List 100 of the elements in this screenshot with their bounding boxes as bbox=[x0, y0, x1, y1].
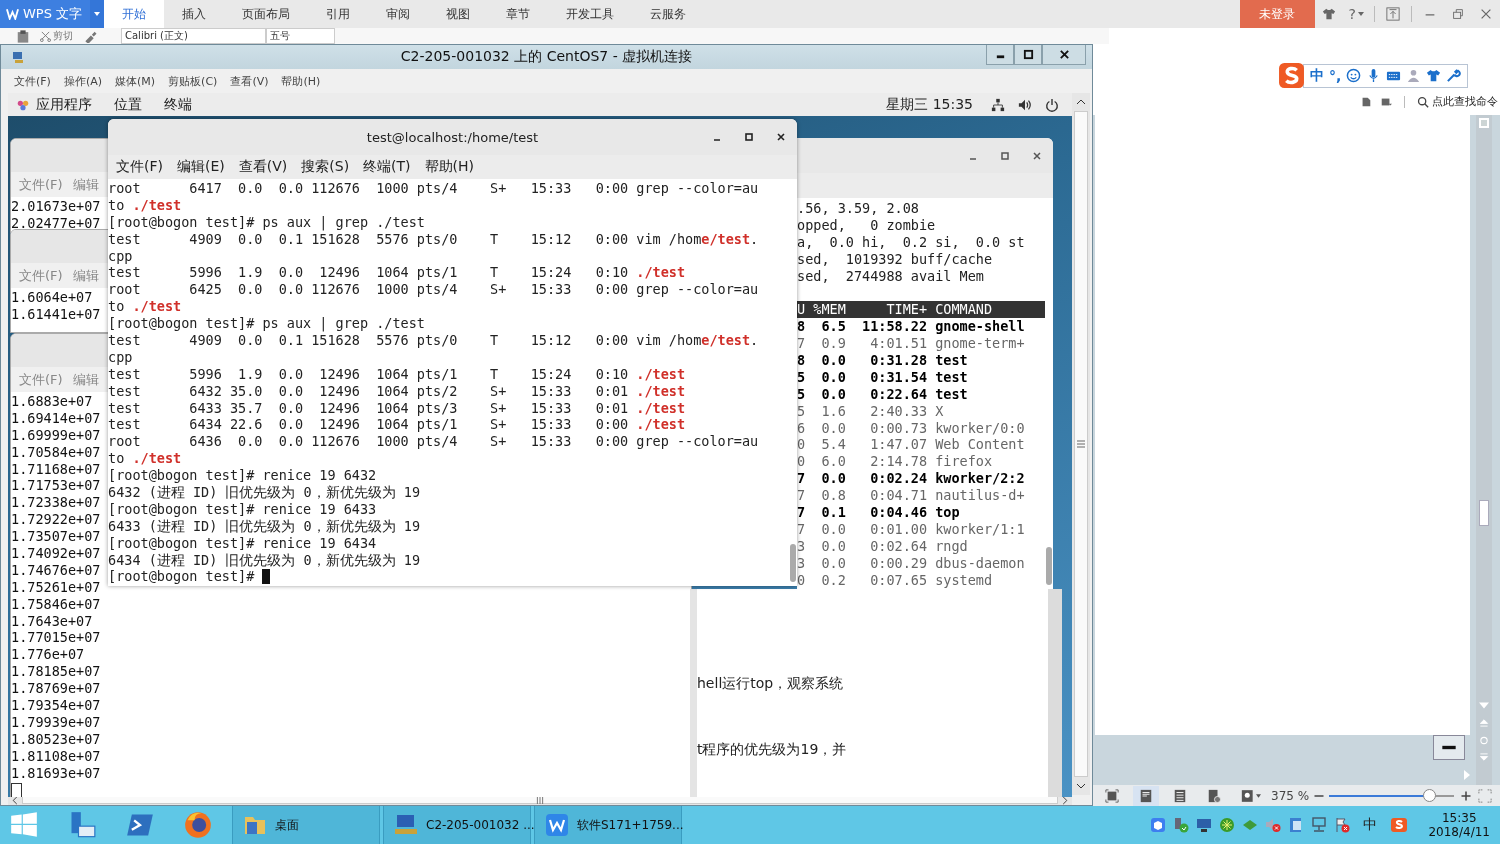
scroll-thumb[interactable] bbox=[790, 544, 796, 582]
fullscreen-icon[interactable] bbox=[1105, 788, 1119, 803]
ribbon-tab[interactable]: 开始 bbox=[104, 0, 164, 28]
ime-logo-icon[interactable] bbox=[1391, 817, 1408, 833]
taskbar-button[interactable]: 桌面 bbox=[232, 806, 380, 844]
network-icon[interactable] bbox=[991, 97, 1005, 112]
process-row-text: 0 0.2 0:07.65 systemd bbox=[797, 571, 994, 589]
ribbon-tab[interactable]: 视图 bbox=[428, 0, 488, 28]
menu-item[interactable]: 查看(V) bbox=[230, 73, 269, 89]
ribbon-tab[interactable]: 章节 bbox=[488, 0, 548, 28]
wps-app-button[interactable]: WPS 文字 bbox=[0, 0, 90, 28]
scroll-thumb[interactable] bbox=[1479, 500, 1489, 526]
maximize-button[interactable] bbox=[1014, 45, 1042, 65]
clock-date[interactable]: 2018/4/11 bbox=[1428, 825, 1490, 839]
menu-item[interactable]: 编辑(E) bbox=[177, 158, 225, 176]
usb-check-icon[interactable] bbox=[1173, 817, 1190, 833]
menu-item[interactable]: 终端(T) bbox=[363, 158, 411, 176]
ribbon-tab[interactable]: 开发工具 bbox=[548, 0, 632, 28]
star-icon[interactable] bbox=[1219, 817, 1236, 833]
document-icon[interactable] bbox=[1360, 95, 1372, 108]
monitor-icon[interactable] bbox=[1196, 817, 1213, 833]
format-brush-icon[interactable] bbox=[83, 29, 97, 43]
zoom-slider[interactable] bbox=[1329, 789, 1455, 802]
smiley-icon[interactable] bbox=[1346, 68, 1362, 83]
taskbar-button[interactable]: 软件S171+1759... bbox=[534, 806, 682, 844]
vertical-scrollbar[interactable] bbox=[1476, 115, 1492, 785]
windows-start-icon[interactable] bbox=[10, 811, 38, 839]
vertical-scrollbar[interactable] bbox=[1072, 93, 1090, 795]
close-icon[interactable] bbox=[1031, 149, 1043, 162]
speaker-muted-icon[interactable] bbox=[1265, 817, 1282, 833]
power-icon[interactable] bbox=[1045, 97, 1059, 112]
web-view-icon[interactable] bbox=[1207, 788, 1221, 803]
menu-item[interactable]: 搜索(S) bbox=[301, 158, 350, 176]
terminal-line: [root@bogon test]# renice 19 6433 bbox=[108, 500, 377, 518]
scissors-icon bbox=[40, 30, 51, 42]
shirt-icon[interactable] bbox=[1426, 68, 1442, 83]
ribbon-tab[interactable]: 引用 bbox=[308, 0, 368, 28]
menu-item[interactable]: 媒体(M) bbox=[115, 73, 156, 89]
ribbon-tab[interactable]: 云服务 bbox=[632, 0, 704, 28]
scroll-thumb[interactable] bbox=[22, 796, 1058, 804]
collapse-button[interactable] bbox=[1433, 735, 1465, 760]
scroll-thumb[interactable] bbox=[1046, 547, 1052, 585]
minimize-button[interactable] bbox=[986, 45, 1014, 65]
scroll-left-icon[interactable] bbox=[12, 795, 18, 805]
volume-icon[interactable] bbox=[1018, 97, 1032, 112]
app-menu-button[interactable] bbox=[90, 0, 104, 28]
ime-indicator[interactable]: 中 bbox=[1363, 816, 1378, 834]
shirt-icon[interactable] bbox=[1321, 7, 1336, 21]
cube-icon[interactable] bbox=[1150, 817, 1167, 833]
top-bar-menu[interactable]: 位置 bbox=[114, 95, 142, 114]
output-line: 1.79354e+07 bbox=[11, 697, 101, 714]
ruler-toggle-icon[interactable] bbox=[1479, 118, 1489, 128]
output-line: 1.78185e+07 bbox=[11, 663, 101, 681]
output-line: 1.81108e+07 bbox=[11, 747, 101, 765]
clock[interactable]: 星期三 15:35 bbox=[886, 95, 973, 114]
firefox-icon[interactable] bbox=[184, 811, 212, 839]
cut-button[interactable]: 剪切 bbox=[40, 29, 73, 43]
document-text: hell运行top，观察系统 bbox=[697, 675, 845, 693]
ribbon-tab[interactable]: 审阅 bbox=[368, 0, 428, 28]
close-icon[interactable] bbox=[775, 131, 787, 143]
vertical-scrollbar[interactable] bbox=[1048, 589, 1062, 797]
clock-time[interactable]: 15:35 bbox=[1441, 811, 1477, 825]
font-name-field[interactable]: Calibri (正文) bbox=[121, 28, 266, 44]
command-search-button[interactable]: 点此查找命令 bbox=[1417, 94, 1498, 109]
font-size-field[interactable]: 五号 bbox=[266, 28, 335, 44]
scroll-right-icon[interactable] bbox=[1062, 795, 1068, 805]
menu-item[interactable]: 文件(F) bbox=[116, 158, 163, 176]
reading-mode-icon[interactable] bbox=[1241, 788, 1261, 803]
restore-icon[interactable] bbox=[1451, 7, 1465, 21]
page-view-icon[interactable] bbox=[1139, 788, 1153, 803]
menu-item[interactable]: 帮助(H) bbox=[424, 158, 475, 176]
ime-mode[interactable]: 中 bbox=[1310, 66, 1324, 85]
process-row-text: 3 0.0 0:02.64 rngd bbox=[797, 537, 969, 555]
top-bar-menu[interactable]: 应用程序 bbox=[36, 95, 92, 114]
ime-logo-icon[interactable] bbox=[1278, 62, 1305, 89]
menu-item[interactable]: 查看(V) bbox=[238, 158, 288, 176]
close-button[interactable] bbox=[1042, 45, 1086, 65]
top-summary-line: .56, 3.59, 2.08 bbox=[797, 200, 920, 217]
maximize-icon[interactable] bbox=[743, 131, 755, 143]
user-icon[interactable] bbox=[1406, 68, 1422, 83]
ribbon-tab[interactable]: 插入 bbox=[164, 0, 224, 28]
top-bar-menu[interactable]: 终端 bbox=[164, 95, 192, 114]
maximize-icon[interactable] bbox=[999, 149, 1011, 162]
menu-item[interactable]: 操作(A) bbox=[63, 73, 103, 89]
scroll-down-icon[interactable] bbox=[1076, 783, 1086, 789]
terminal-line: test 6434 22.6 0.0 12496 1064 pts/1 S+ 15:33 0:00 ./test bbox=[108, 416, 686, 434]
scroll-thumb[interactable] bbox=[1074, 111, 1088, 777]
flag-icon[interactable] bbox=[1334, 817, 1351, 833]
terminal-line: test 5996 1.9 0.0 12496 1064 pts/1 T 15:24 0:10 ./test bbox=[108, 365, 686, 383]
wrench-icon[interactable] bbox=[1446, 68, 1462, 83]
menu-item[interactable]: 文件(F) bbox=[14, 73, 51, 89]
menu-item[interactable]: 帮助(H) bbox=[281, 73, 321, 89]
outline-view-icon[interactable] bbox=[1173, 788, 1187, 803]
ribbon-tab[interactable]: 页面布局 bbox=[224, 0, 308, 28]
collapse-ribbon-icon[interactable] bbox=[1386, 7, 1400, 21]
ime-punctuation[interactable]: °, bbox=[1329, 67, 1342, 84]
scroll-up-icon[interactable] bbox=[1076, 99, 1086, 105]
help-button[interactable]: ? bbox=[1348, 6, 1364, 22]
paste-icon[interactable] bbox=[16, 29, 30, 43]
menu-item[interactable]: 剪贴板(C) bbox=[168, 73, 218, 89]
